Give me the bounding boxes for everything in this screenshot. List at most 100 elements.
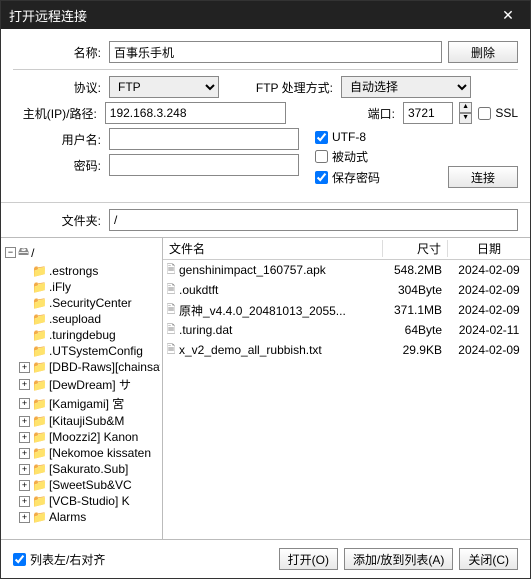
file-name: x_v2_demo_all_rubbish.txt <box>179 343 383 357</box>
tree-item-label: .seupload <box>49 312 101 326</box>
tree-item[interactable]: +📁[SweetSub&VC <box>3 477 160 493</box>
port-input[interactable] <box>403 102 453 124</box>
tree-item[interactable]: 📁.SecurityCenter <box>3 295 160 311</box>
close-icon[interactable]: ✕ <box>494 7 522 24</box>
collapse-icon[interactable]: − <box>5 247 16 258</box>
tree-item[interactable]: +📁[VCB-Studio] K <box>3 493 160 509</box>
ssl-checkbox[interactable] <box>478 107 491 120</box>
host-label: 主机(IP)/路径: <box>13 105 99 122</box>
savepass-checkbox-row[interactable]: 保存密码 <box>315 169 380 186</box>
tree-item-label: .SecurityCenter <box>49 296 132 310</box>
folder-icon: 📁 <box>32 478 47 492</box>
savepass-label: 保存密码 <box>332 169 380 186</box>
file-row[interactable]: 🗎x_v2_demo_all_rubbish.txt29.9KB2024-02-… <box>163 340 530 360</box>
expand-icon[interactable]: + <box>19 432 30 443</box>
tree-item[interactable]: +📁[DewDream] サ <box>3 375 160 394</box>
file-date: 2024-02-09 <box>448 343 530 357</box>
expand-icon[interactable]: + <box>19 448 30 459</box>
tree-item[interactable]: +📁[Kamigami] 宮 <box>3 394 160 413</box>
disk-icon: 🖴 <box>18 243 29 262</box>
tree-item[interactable]: +📁Alarms <box>3 509 160 525</box>
folder-icon: 📁 <box>32 296 47 310</box>
tree-item[interactable]: +📁[DBD-Raws][chainsaw <box>3 359 160 375</box>
protocol-select[interactable]: FTP <box>109 76 219 98</box>
tree-root[interactable]: − 🖴 / <box>3 242 160 263</box>
folder-icon: 📁 <box>32 264 47 278</box>
file-icon: 🗎 <box>163 341 179 360</box>
open-button[interactable]: 打开(O) <box>279 548 338 570</box>
tree-item[interactable]: +📁[Nekomoe kissaten <box>3 445 160 461</box>
file-header: 文件名 尺寸 日期 <box>163 238 530 260</box>
file-name: .turing.dat <box>179 323 383 337</box>
tree-item[interactable]: 📁.iFly <box>3 279 160 295</box>
expand-icon[interactable]: + <box>19 496 30 507</box>
protocol-label: 协议: <box>13 79 103 96</box>
align-checkbox-row[interactable]: 列表左/右对齐 <box>13 551 105 568</box>
port-spinner[interactable]: ▲▼ <box>459 102 472 124</box>
ftp-mode-select[interactable]: 自动选择 <box>341 76 471 98</box>
host-input[interactable] <box>105 102 286 124</box>
name-input[interactable] <box>109 41 442 63</box>
header-name[interactable]: 文件名 <box>163 240 383 257</box>
delete-button[interactable]: 删除 <box>448 41 518 63</box>
expand-icon[interactable]: + <box>19 416 30 427</box>
expand-icon[interactable]: + <box>19 362 30 373</box>
spin-up-icon[interactable]: ▲ <box>459 102 472 113</box>
tree-item-label: [Sakurato.Sub] <box>49 462 128 476</box>
tree-item[interactable]: +📁[KitaujiSub&M <box>3 413 160 429</box>
connect-button[interactable]: 连接 <box>448 166 518 188</box>
tree-item[interactable]: 📁.turingdebug <box>3 327 160 343</box>
utf8-checkbox-row[interactable]: UTF-8 <box>315 130 380 144</box>
tree-item-label: [Moozzi2] Kanon <box>49 430 138 444</box>
header-size[interactable]: 尺寸 <box>383 240 448 257</box>
tree-item[interactable]: 📁.estrongs <box>3 263 160 279</box>
tree-item[interactable]: +📁[Sakurato.Sub] <box>3 461 160 477</box>
folder-icon: 📁 <box>32 378 47 392</box>
align-checkbox[interactable] <box>13 553 26 566</box>
utf8-checkbox[interactable] <box>315 131 328 144</box>
tree-item[interactable]: 📁.UTSystemConfig <box>3 343 160 359</box>
name-label: 名称: <box>13 44 103 61</box>
add-button[interactable]: 添加/放到列表(A) <box>344 548 453 570</box>
expand-icon[interactable]: + <box>19 398 30 409</box>
user-input[interactable] <box>109 128 299 150</box>
file-row[interactable]: 🗎.turing.dat64Byte2024-02-11 <box>163 320 530 340</box>
remote-connection-dialog: 打开远程连接 ✕ 名称: 删除 协议: FTP FTP 处理方式: 自动选择 主… <box>0 0 531 579</box>
passive-checkbox[interactable] <box>315 150 328 163</box>
folder-input[interactable] <box>109 209 518 231</box>
tree-item[interactable]: +📁[Moozzi2] Kanon <box>3 429 160 445</box>
tree-item-label: [VCB-Studio] K <box>49 494 130 508</box>
tree-item-label: Alarms <box>49 510 86 524</box>
file-date: 2024-02-09 <box>448 303 530 317</box>
folder-tree[interactable]: − 🖴 / 📁.estrongs📁.iFly📁.SecurityCenter📁.… <box>1 238 163 539</box>
spin-down-icon[interactable]: ▼ <box>459 113 472 124</box>
file-row[interactable]: 🗎原神_v4.4.0_20481013_2055...371.1MB2024-0… <box>163 300 530 320</box>
expand-icon[interactable]: + <box>19 379 30 390</box>
file-row[interactable]: 🗎.oukdtft304Byte2024-02-09 <box>163 280 530 300</box>
header-date[interactable]: 日期 <box>448 240 530 257</box>
close-button[interactable]: 关闭(C) <box>459 548 518 570</box>
savepass-checkbox[interactable] <box>315 171 328 184</box>
tree-item-label: [SweetSub&VC <box>49 478 132 492</box>
align-label: 列表左/右对齐 <box>30 551 105 568</box>
port-label: 端口: <box>292 105 397 122</box>
file-row[interactable]: 🗎genshinimpact_160757.apk548.2MB2024-02-… <box>163 260 530 280</box>
tree-item-label: .turingdebug <box>49 328 116 342</box>
ftp-mode-label: FTP 处理方式: <box>225 79 335 96</box>
tree-item[interactable]: 📁.seupload <box>3 311 160 327</box>
tree-item-label: [Kamigami] 宮 <box>49 395 124 412</box>
file-size: 371.1MB <box>383 303 448 317</box>
expand-icon[interactable]: + <box>19 512 30 523</box>
expand-icon[interactable]: + <box>19 464 30 475</box>
folder-icon: 📁 <box>32 312 47 326</box>
file-list[interactable]: 🗎genshinimpact_160757.apk548.2MB2024-02-… <box>163 260 530 539</box>
pass-input[interactable] <box>109 154 299 176</box>
ssl-checkbox-row[interactable]: SSL <box>478 106 518 120</box>
file-size: 64Byte <box>383 323 448 337</box>
folder-icon: 📁 <box>32 510 47 524</box>
folder-label: 文件夹: <box>13 212 103 229</box>
passive-checkbox-row[interactable]: 被动式 <box>315 148 380 165</box>
tree-item-label: .iFly <box>49 280 71 294</box>
expand-icon[interactable]: + <box>19 480 30 491</box>
folder-icon: 📁 <box>32 494 47 508</box>
